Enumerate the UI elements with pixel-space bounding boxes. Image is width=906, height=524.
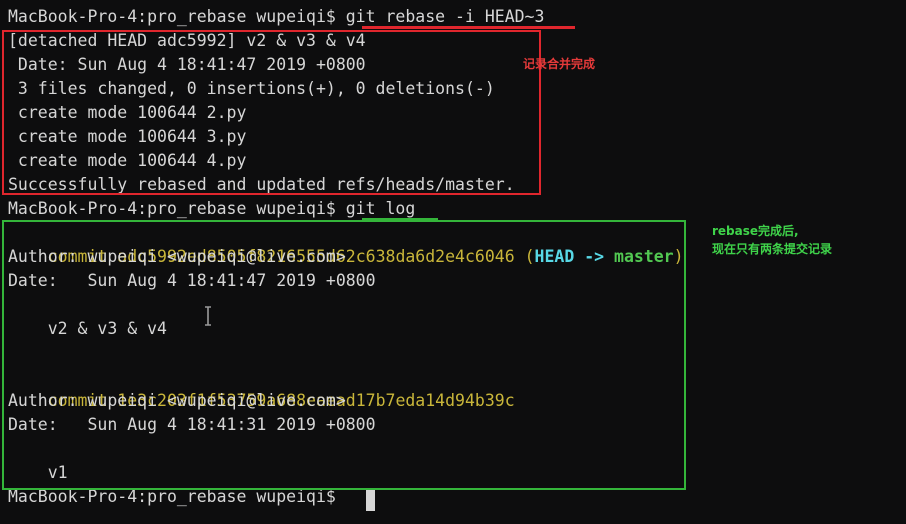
prompt-line-log: MacBook-Pro-4:pro_rebase wupeiqi$ git lo… <box>8 199 416 218</box>
rebase-command-underline <box>362 26 575 29</box>
log-output-highlight <box>2 220 686 490</box>
rebase-output-highlight <box>2 30 541 195</box>
terminal-cursor <box>366 489 375 511</box>
two-commits-note: rebase完成后, 现在只有两条提交记录 <box>712 224 833 256</box>
rebase-complete-note: 记录合并完成 <box>523 57 596 71</box>
